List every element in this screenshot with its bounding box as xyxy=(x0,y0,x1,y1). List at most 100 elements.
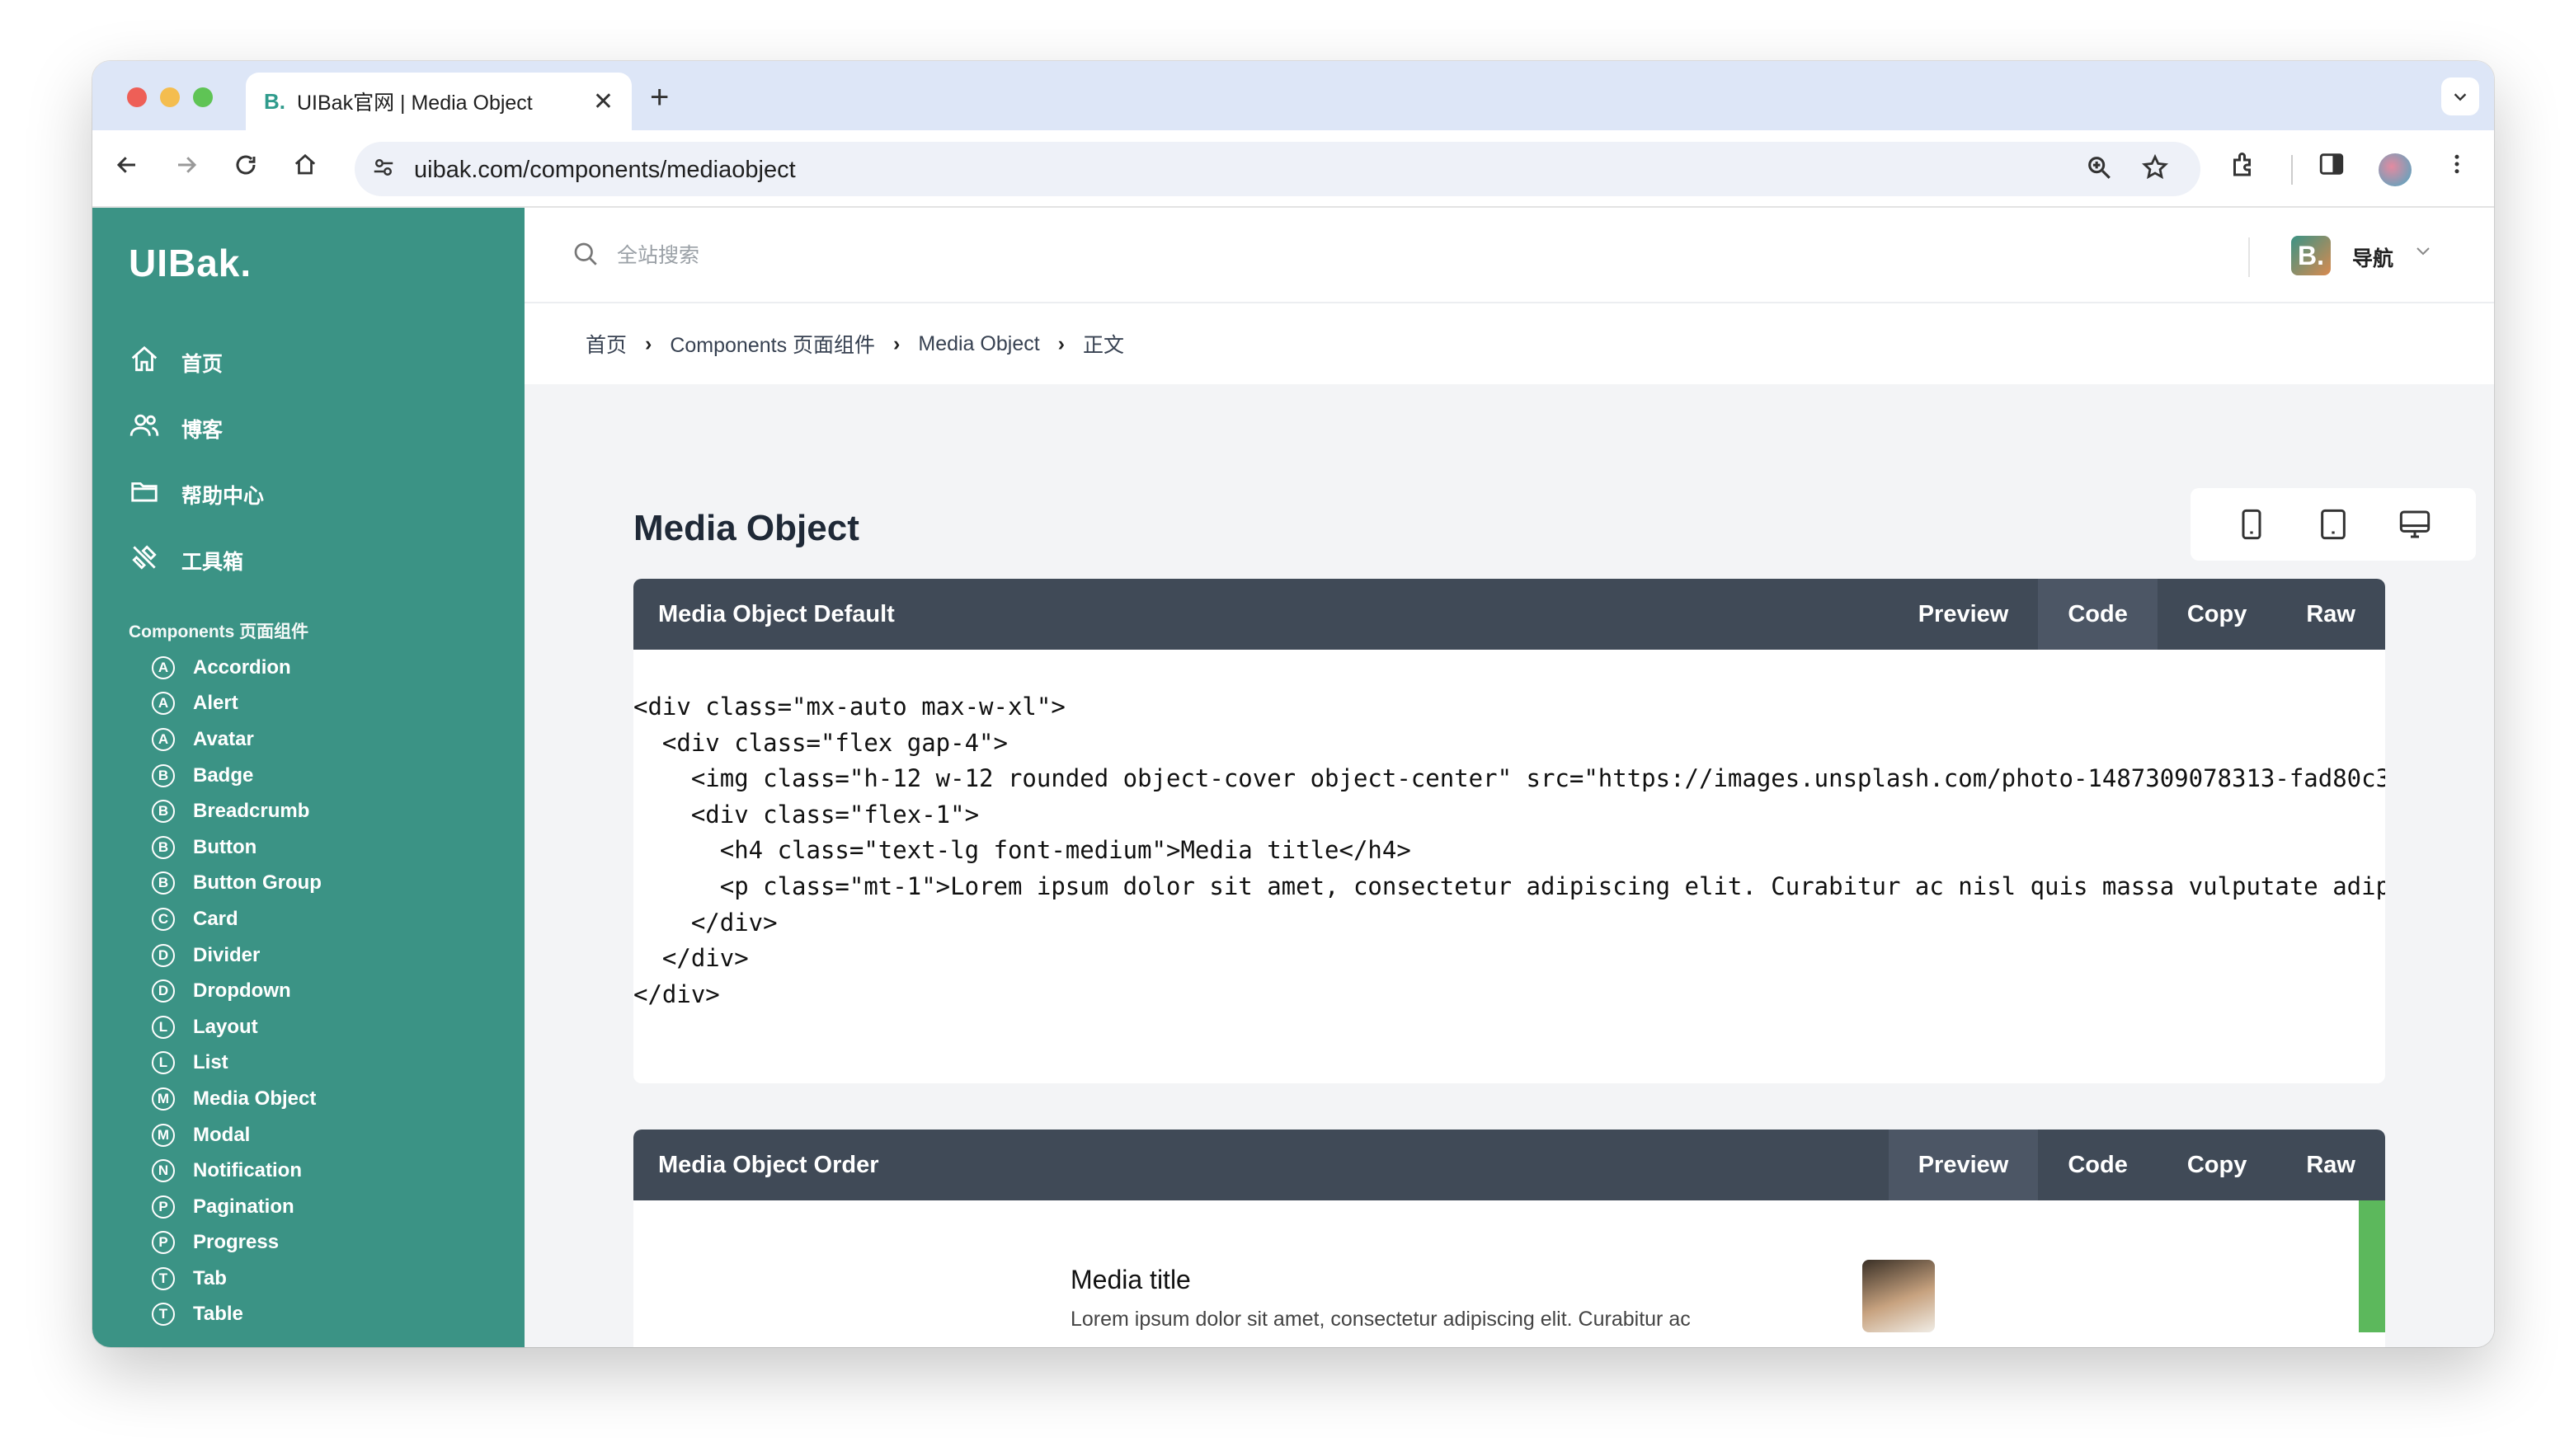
sidebar-component-item[interactable]: N Notification xyxy=(152,1153,322,1189)
page-title: Media Object xyxy=(633,508,859,548)
sidebar-component-item[interactable]: L List xyxy=(152,1045,322,1082)
sidebar-component-item[interactable]: L Layout xyxy=(152,1009,322,1045)
tab-preview[interactable]: Preview xyxy=(1888,1130,2039,1200)
code-block[interactable]: <div class="mx-auto max-w-xl"> <div clas… xyxy=(633,650,2385,1012)
home-button[interactable] xyxy=(287,152,323,185)
breadcrumb-item-components[interactable]: Components 页面组件 xyxy=(670,329,875,359)
sidebar-component-item[interactable]: B Badge xyxy=(152,758,322,794)
sidebar-section-title: Components 页面组件 xyxy=(129,622,309,641)
sidebar-item-label: 博客 xyxy=(181,419,224,442)
browser-tab-active[interactable]: B. UIBak官网 | Media Object ✕ xyxy=(246,73,632,130)
media-text: Lorem ipsum dolor sit amet, consectetur … xyxy=(1071,1308,1691,1331)
sidebar-item-home[interactable]: 首页 xyxy=(129,343,223,383)
sidebar-component-item[interactable]: M Media Object xyxy=(152,1081,322,1117)
main-area: B. 导航 首页 › Components 页面组件 › Media Objec… xyxy=(525,208,2494,1347)
zoom-icon[interactable] xyxy=(2085,153,2113,188)
sidebar-item-help-center[interactable]: 帮助中心 xyxy=(129,475,264,514)
site-logo[interactable]: UIBak. xyxy=(129,241,252,285)
sidebar-component-item[interactable]: M Modal xyxy=(152,1117,322,1153)
more-menu-icon[interactable] xyxy=(2445,150,2469,185)
folder-icon xyxy=(129,476,181,514)
sidebar-component-item[interactable]: B Breadcrumb xyxy=(152,793,322,829)
back-button[interactable] xyxy=(109,152,145,185)
sidebar-component-item[interactable]: P Pagination xyxy=(152,1189,322,1225)
browser-toolbar: uibak.com/components/mediaobject xyxy=(92,130,2494,208)
chevron-down-icon[interactable] xyxy=(2413,241,2433,265)
chevron-right-icon: › xyxy=(1057,331,1065,355)
sidebar-component-item[interactable]: B Button Group xyxy=(152,866,322,902)
tab-search-button[interactable] xyxy=(2441,77,2479,115)
sidebar-component-item[interactable]: D Dropdown xyxy=(152,973,322,1009)
reload-button[interactable] xyxy=(228,152,264,185)
tablet-icon xyxy=(2321,509,2346,540)
site-settings-icon[interactable] xyxy=(371,155,396,186)
new-tab-button[interactable]: + xyxy=(650,79,669,116)
letter-badge-icon: P xyxy=(152,1195,175,1219)
sidebar-component-label: Modal xyxy=(193,1123,251,1146)
letter-badge-icon: D xyxy=(152,943,175,967)
sidebar-component-label: Dropdown xyxy=(193,979,291,1003)
sidebar-item-blog[interactable]: 博客 xyxy=(129,409,223,449)
sidebar-component-item[interactable]: A Accordion xyxy=(152,650,322,686)
profile-avatar[interactable] xyxy=(2379,153,2412,186)
sidebar-item-label: 工具箱 xyxy=(181,551,244,574)
letter-badge-icon: L xyxy=(152,1015,175,1039)
browser-window: B. UIBak官网 | Media Object ✕ + uibak.com/… xyxy=(92,61,2494,1347)
url-text[interactable]: uibak.com/components/mediaobject xyxy=(414,157,796,184)
reload-icon xyxy=(236,155,256,175)
sidebar-component-label: Media Object xyxy=(193,1087,317,1110)
letter-badge-icon: P xyxy=(152,1231,175,1255)
copy-button[interactable]: Copy xyxy=(2158,1130,2277,1200)
sidebar-component-item[interactable]: A Alert xyxy=(152,686,322,722)
forward-button[interactable] xyxy=(168,152,205,185)
sidebar-component-item[interactable]: C Card xyxy=(152,901,322,937)
extensions-icon[interactable] xyxy=(2228,150,2258,186)
side-panel-icon[interactable] xyxy=(2318,150,2346,185)
sidebar-component-item[interactable]: D Divider xyxy=(152,937,322,974)
tablet-view-button[interactable] xyxy=(2308,500,2358,549)
tab-raw[interactable]: Raw xyxy=(2276,1130,2385,1200)
tab-raw[interactable]: Raw xyxy=(2276,579,2385,650)
tab-code[interactable]: Code xyxy=(2038,1130,2158,1200)
letter-badge-icon: D xyxy=(152,979,175,1003)
desktop-view-button[interactable] xyxy=(2390,500,2440,549)
brand-logo-icon[interactable]: B. xyxy=(2291,236,2331,275)
letter-badge-icon: B xyxy=(152,800,175,824)
device-preview-toggle xyxy=(2191,488,2476,561)
nav-dropdown[interactable]: 导航 xyxy=(2352,242,2393,272)
copy-button[interactable]: Copy xyxy=(2158,579,2277,650)
maximize-window-button[interactable] xyxy=(193,87,213,107)
minimize-window-button[interactable] xyxy=(160,87,180,107)
letter-badge-icon: N xyxy=(152,1159,175,1183)
sidebar-component-item[interactable]: P Progress xyxy=(152,1225,322,1261)
home-icon xyxy=(294,153,316,175)
tab-preview[interactable]: Preview xyxy=(1889,579,2039,650)
breadcrumb-item-home[interactable]: 首页 xyxy=(586,329,627,359)
breadcrumb-item-media-object[interactable]: Media Object xyxy=(918,332,1039,356)
letter-badge-icon: B xyxy=(152,871,175,895)
address-bar[interactable]: uibak.com/components/mediaobject xyxy=(355,142,2200,196)
letter-badge-icon: A xyxy=(152,655,175,679)
close-window-button[interactable] xyxy=(127,87,147,107)
sidebar-component-label: Avatar xyxy=(193,727,254,750)
breadcrumb-item-current: 正文 xyxy=(1083,334,1125,357)
mobile-view-button[interactable] xyxy=(2227,500,2276,549)
letter-badge-icon: A xyxy=(152,692,175,716)
sidebar-component-item[interactable]: B Button xyxy=(152,829,322,866)
desktop-icon xyxy=(2400,510,2431,538)
tools-icon xyxy=(129,542,181,580)
search-input[interactable] xyxy=(617,241,1112,270)
tab-code[interactable]: Code xyxy=(2038,579,2158,650)
sidebar-component-item[interactable]: T Table xyxy=(152,1297,322,1333)
preview-resize-handle[interactable] xyxy=(2359,1200,2385,1332)
tab-close-icon[interactable]: ✕ xyxy=(593,87,614,116)
letter-badge-icon: M xyxy=(152,1123,175,1147)
letter-badge-icon: A xyxy=(152,727,175,751)
sidebar-component-label: Badge xyxy=(193,763,254,787)
sidebar-component-item[interactable]: T Tab xyxy=(152,1261,322,1297)
page-content: UIBak. 首页 博客 帮助中心 工具箱 Components 页面组件 A … xyxy=(92,208,2494,1347)
sidebar-component-item[interactable]: A Avatar xyxy=(152,721,322,758)
card-title: Media Object Default xyxy=(658,600,895,627)
sidebar-item-toolbox[interactable]: 工具箱 xyxy=(129,541,243,580)
bookmark-star-icon[interactable] xyxy=(2141,153,2169,188)
